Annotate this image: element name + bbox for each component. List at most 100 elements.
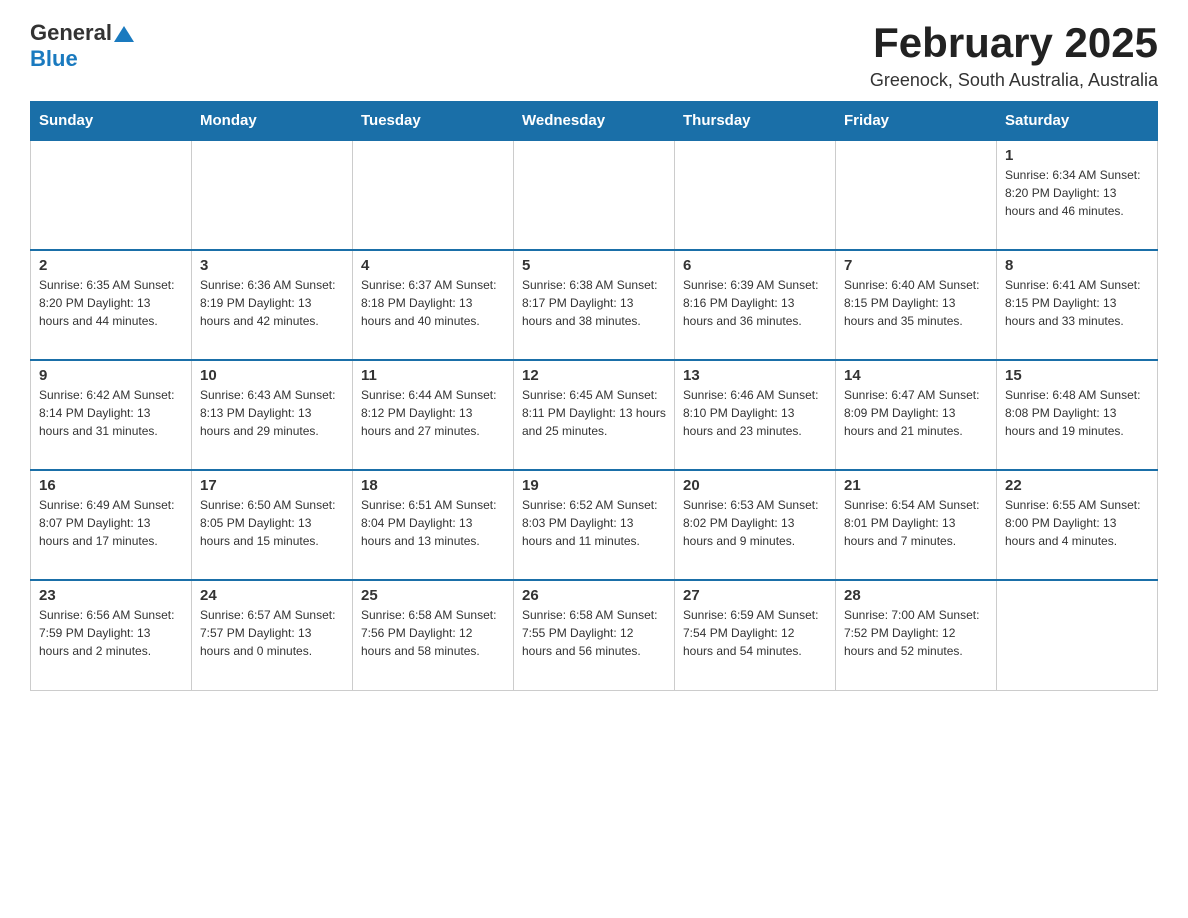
calendar-week-row: 1 Sunrise: 6:34 AM Sunset: 8:20 PM Daylig… — [31, 140, 1158, 250]
day-number: 25 — [361, 587, 505, 604]
calendar-cell: 20 Sunrise: 6:53 AM Sunset: 8:02 PM Dayli… — [675, 470, 836, 580]
calendar-cell: 11Sunrise: 6:44 AM Sunset: 8:12 PM Dayli… — [353, 360, 514, 470]
calendar-cell: 9 Sunrise: 6:42 AM Sunset: 8:14 PM Daylig… — [31, 360, 192, 470]
calendar-cell — [514, 140, 675, 250]
day-number: 27 — [683, 587, 827, 604]
day-info: Sunrise: 6:58 AM Sunset: 7:55 PM Dayligh… — [522, 606, 666, 660]
calendar-cell: 15 Sunrise: 6:48 AM Sunset: 8:08 PM Dayli… — [997, 360, 1158, 470]
day-number: 7 — [844, 257, 988, 274]
day-number: 18 — [361, 477, 505, 494]
weekday-header-monday: Monday — [192, 102, 353, 141]
day-info: Sunrise: 6:47 AM Sunset: 8:09 PM Dayligh… — [844, 386, 988, 440]
logo-text-blue: Blue — [30, 46, 78, 72]
day-number: 20 — [683, 477, 827, 494]
day-number: 4 — [361, 257, 505, 274]
day-info: Sunrise: 6:37 AM Sunset: 8:18 PM Dayligh… — [361, 276, 505, 330]
weekday-header-sunday: Sunday — [31, 102, 192, 141]
calendar-cell: 1 Sunrise: 6:34 AM Sunset: 8:20 PM Daylig… — [997, 140, 1158, 250]
title-block: February 2025 Greenock, South Australia,… — [870, 20, 1158, 91]
day-info: Sunrise: 6:49 AM Sunset: 8:07 PM Dayligh… — [39, 496, 183, 550]
day-number: 15 — [1005, 367, 1149, 384]
weekday-header-tuesday: Tuesday — [353, 102, 514, 141]
calendar-cell: 3 Sunrise: 6:36 AM Sunset: 8:19 PM Daylig… — [192, 250, 353, 360]
day-number: 10 — [200, 367, 344, 384]
day-number: 5 — [522, 257, 666, 274]
logo-text-general: General — [30, 20, 112, 46]
day-number: 23 — [39, 587, 183, 604]
page-subtitle: Greenock, South Australia, Australia — [870, 70, 1158, 91]
day-number: 16 — [39, 477, 183, 494]
calendar-cell: 26 Sunrise: 6:58 AM Sunset: 7:55 PM Dayli… — [514, 580, 675, 690]
calendar-week-row: 16 Sunrise: 6:49 AM Sunset: 8:07 PM Dayli… — [31, 470, 1158, 580]
calendar-cell — [836, 140, 997, 250]
day-info: Sunrise: 6:51 AM Sunset: 8:04 PM Dayligh… — [361, 496, 505, 550]
weekday-header-thursday: Thursday — [675, 102, 836, 141]
day-info: Sunrise: 6:35 AM Sunset: 8:20 PM Dayligh… — [39, 276, 183, 330]
logo: General Blue — [30, 20, 134, 72]
day-info: Sunrise: 6:58 AM Sunset: 7:56 PM Dayligh… — [361, 606, 505, 660]
weekday-header-wednesday: Wednesday — [514, 102, 675, 141]
calendar-cell: 12 Sunrise: 6:45 AM Sunset: 8:11 PM Dayli… — [514, 360, 675, 470]
day-number: 22 — [1005, 477, 1149, 494]
day-info: Sunrise: 6:34 AM Sunset: 8:20 PM Dayligh… — [1005, 166, 1149, 220]
day-number: 26 — [522, 587, 666, 604]
day-number: 17 — [200, 477, 344, 494]
calendar-cell: 10 Sunrise: 6:43 AM Sunset: 8:13 PM Dayli… — [192, 360, 353, 470]
day-number: 6 — [683, 257, 827, 274]
page-title: February 2025 — [870, 20, 1158, 66]
calendar-cell: 27 Sunrise: 6:59 AM Sunset: 7:54 PM Dayli… — [675, 580, 836, 690]
calendar-cell: 28Sunrise: 7:00 AM Sunset: 7:52 PM Dayli… — [836, 580, 997, 690]
day-info: Sunrise: 6:52 AM Sunset: 8:03 PM Dayligh… — [522, 496, 666, 550]
day-number: 28 — [844, 587, 988, 604]
day-info: Sunrise: 6:39 AM Sunset: 8:16 PM Dayligh… — [683, 276, 827, 330]
day-info: Sunrise: 6:38 AM Sunset: 8:17 PM Dayligh… — [522, 276, 666, 330]
calendar-cell: 25 Sunrise: 6:58 AM Sunset: 7:56 PM Dayli… — [353, 580, 514, 690]
calendar-cell: 5 Sunrise: 6:38 AM Sunset: 8:17 PM Daylig… — [514, 250, 675, 360]
calendar-week-row: 9 Sunrise: 6:42 AM Sunset: 8:14 PM Daylig… — [31, 360, 1158, 470]
calendar-cell: 4 Sunrise: 6:37 AM Sunset: 8:18 PM Daylig… — [353, 250, 514, 360]
day-info: Sunrise: 6:48 AM Sunset: 8:08 PM Dayligh… — [1005, 386, 1149, 440]
calendar-cell — [192, 140, 353, 250]
calendar-table: SundayMondayTuesdayWednesdayThursdayFrid… — [30, 101, 1158, 691]
day-number: 8 — [1005, 257, 1149, 274]
day-info: Sunrise: 6:42 AM Sunset: 8:14 PM Dayligh… — [39, 386, 183, 440]
day-number: 19 — [522, 477, 666, 494]
weekday-header-saturday: Saturday — [997, 102, 1158, 141]
calendar-cell — [997, 580, 1158, 690]
calendar-cell — [31, 140, 192, 250]
day-info: Sunrise: 6:36 AM Sunset: 8:19 PM Dayligh… — [200, 276, 344, 330]
day-number: 3 — [200, 257, 344, 274]
day-info: Sunrise: 6:45 AM Sunset: 8:11 PM Dayligh… — [522, 386, 666, 440]
calendar-cell — [675, 140, 836, 250]
day-number: 12 — [522, 367, 666, 384]
day-info: Sunrise: 6:41 AM Sunset: 8:15 PM Dayligh… — [1005, 276, 1149, 330]
day-info: Sunrise: 6:59 AM Sunset: 7:54 PM Dayligh… — [683, 606, 827, 660]
page-header: General Blue February 2025 Greenock, Sou… — [30, 20, 1158, 91]
day-info: Sunrise: 6:46 AM Sunset: 8:10 PM Dayligh… — [683, 386, 827, 440]
calendar-week-row: 23Sunrise: 6:56 AM Sunset: 7:59 PM Dayli… — [31, 580, 1158, 690]
calendar-cell: 23Sunrise: 6:56 AM Sunset: 7:59 PM Dayli… — [31, 580, 192, 690]
calendar-cell: 13Sunrise: 6:46 AM Sunset: 8:10 PM Dayli… — [675, 360, 836, 470]
day-number: 1 — [1005, 147, 1149, 164]
day-info: Sunrise: 6:50 AM Sunset: 8:05 PM Dayligh… — [200, 496, 344, 550]
day-info: Sunrise: 6:55 AM Sunset: 8:00 PM Dayligh… — [1005, 496, 1149, 550]
calendar-cell: 8 Sunrise: 6:41 AM Sunset: 8:15 PM Daylig… — [997, 250, 1158, 360]
day-info: Sunrise: 6:53 AM Sunset: 8:02 PM Dayligh… — [683, 496, 827, 550]
calendar-header-row: SundayMondayTuesdayWednesdayThursdayFrid… — [31, 102, 1158, 141]
calendar-cell: 22 Sunrise: 6:55 AM Sunset: 8:00 PM Dayli… — [997, 470, 1158, 580]
calendar-cell: 14 Sunrise: 6:47 AM Sunset: 8:09 PM Dayli… — [836, 360, 997, 470]
calendar-cell: 2 Sunrise: 6:35 AM Sunset: 8:20 PM Daylig… — [31, 250, 192, 360]
calendar-cell: 18 Sunrise: 6:51 AM Sunset: 8:04 PM Dayli… — [353, 470, 514, 580]
day-info: Sunrise: 6:54 AM Sunset: 8:01 PM Dayligh… — [844, 496, 988, 550]
calendar-cell: 16 Sunrise: 6:49 AM Sunset: 8:07 PM Dayli… — [31, 470, 192, 580]
calendar-cell: 24Sunrise: 6:57 AM Sunset: 7:57 PM Dayli… — [192, 580, 353, 690]
day-number: 9 — [39, 367, 183, 384]
day-number: 11 — [361, 367, 505, 384]
logo-triangle-icon — [114, 24, 134, 44]
calendar-cell: 7Sunrise: 6:40 AM Sunset: 8:15 PM Daylig… — [836, 250, 997, 360]
day-number: 2 — [39, 257, 183, 274]
calendar-cell: 19 Sunrise: 6:52 AM Sunset: 8:03 PM Dayli… — [514, 470, 675, 580]
day-info: Sunrise: 6:43 AM Sunset: 8:13 PM Dayligh… — [200, 386, 344, 440]
day-number: 14 — [844, 367, 988, 384]
calendar-cell — [353, 140, 514, 250]
